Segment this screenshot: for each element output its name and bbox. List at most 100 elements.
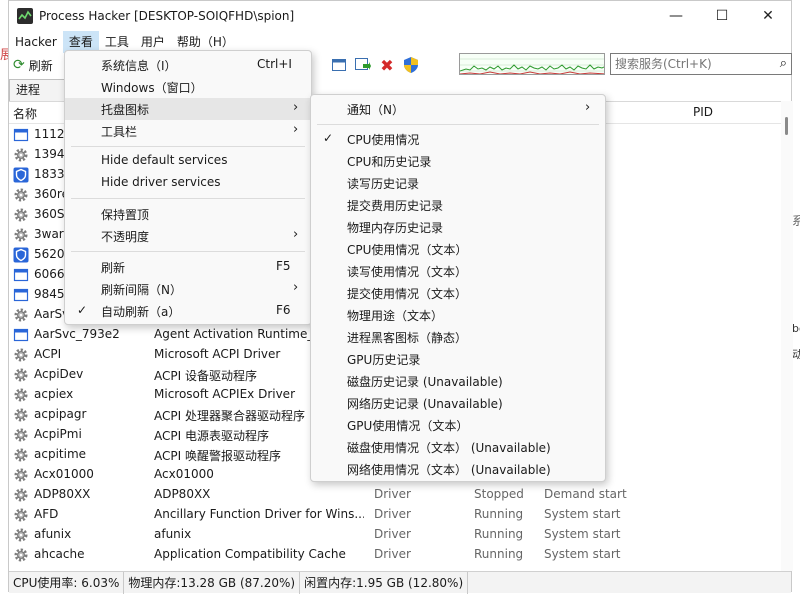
service-type: Driver	[374, 507, 411, 521]
gear-icon	[13, 147, 29, 163]
menu-separator	[71, 146, 305, 147]
menu-item-tray-cpu-and-history[interactable]: CPU和历史记录	[311, 150, 605, 172]
close-button[interactable]: ✕	[745, 1, 791, 31]
checkmark-icon: ✓	[323, 131, 334, 145]
menu-hacker[interactable]: Hacker	[9, 31, 63, 53]
service-name: AcpiPmi	[34, 427, 82, 441]
title-bar[interactable]: Process Hacker [DESKTOP-SOIQFHD\spion] —…	[9, 1, 791, 31]
menu-separator	[317, 124, 599, 125]
blue-window-icon	[13, 327, 29, 343]
gear-icon	[13, 447, 29, 463]
checkmark-icon: ✓	[77, 303, 88, 317]
service-name: AFD	[34, 507, 59, 521]
menu-item-always-on-top[interactable]: 保持置顶	[65, 203, 311, 225]
service-name: afunix	[34, 527, 72, 541]
menu-item-tray-disk-usage-text[interactable]: 磁盘使用情况（文本） (Unavailable)	[311, 436, 605, 458]
menu-item-tray-commit-usage-text[interactable]: 提交使用情况（文本）	[311, 282, 605, 304]
vertical-scrollbar[interactable]	[781, 101, 793, 571]
gear-icon	[13, 207, 29, 223]
table-row[interactable]: afunix afunix Driver Running System start	[9, 525, 781, 545]
menu-item-hide-driver-services[interactable]: Hide driver services	[65, 172, 311, 194]
service-name: acpiex	[34, 387, 74, 401]
service-description: Application Compatibility Cache	[154, 547, 346, 561]
gear-icon	[13, 507, 29, 523]
minimize-button[interactable]: —	[653, 1, 699, 31]
menu-item-tray-cpu-usage-text[interactable]: CPU使用情况（文本）	[311, 238, 605, 260]
service-start-type: System start	[544, 527, 621, 541]
menu-item-tray-process-hacker-icon-static[interactable]: 进程黑客图标（静态）	[311, 326, 605, 348]
gear-icon	[13, 307, 29, 323]
gear-icon	[13, 467, 29, 483]
menu-item-tray-gpu-history[interactable]: GPU历史记录	[311, 348, 605, 370]
status-bar: CPU使用率: 6.03% 物理内存:13.28 GB (87.20%) 闲置内…	[9, 571, 791, 594]
menu-item-tray-disk-history[interactable]: 磁盘历史记录 (Unavailable)	[311, 370, 605, 392]
gear-icon	[13, 547, 29, 563]
menu-item-tray-physical-memory-history[interactable]: 物理内存历史记录	[311, 216, 605, 238]
service-type: Driver	[374, 547, 411, 561]
uac-shield-icon[interactable]	[403, 57, 419, 73]
menu-item-system-info[interactable]: 系统信息（I） Ctrl+I	[65, 54, 311, 76]
menu-item-tray-icons[interactable]: 托盘图标 ›	[65, 98, 311, 120]
search-input[interactable]	[611, 54, 771, 74]
gear-icon	[13, 227, 29, 243]
menu-item-opacity[interactable]: 不透明度 ›	[65, 225, 311, 247]
terminate-icon[interactable]: ✖	[379, 56, 395, 75]
gear-icon	[13, 387, 29, 403]
window-icon[interactable]	[331, 57, 347, 73]
menu-item-windows[interactable]: Windows（窗口）	[65, 76, 311, 98]
menu-item-auto-refresh[interactable]: ✓ 自动刷新（a） F6	[65, 300, 311, 322]
maximize-button[interactable]: ☐	[699, 1, 745, 31]
table-row[interactable]: ADP80XX ADP80XX Driver Stopped Demand start	[9, 485, 781, 505]
menu-item-tray-gpu-usage-text[interactable]: GPU使用情况（文本）	[311, 414, 605, 436]
scrollbar-thumb[interactable]	[785, 117, 788, 135]
gear-icon	[13, 527, 29, 543]
menu-item-refresh[interactable]: 刷新 F5	[65, 256, 311, 278]
gear-icon	[13, 187, 29, 203]
column-header-name[interactable]: 名称	[13, 105, 37, 122]
process-hacker-icon	[17, 8, 33, 24]
service-status: Running	[474, 547, 524, 561]
menu-item-hide-default-services[interactable]: Hide default services	[65, 150, 311, 172]
service-start-type: System start	[544, 507, 621, 521]
status-free-memory: 闲置内存:1.95 GB (12.80%)	[300, 571, 469, 594]
menu-item-tray-io-history[interactable]: 读写历史记录	[311, 172, 605, 194]
background-window-right-edge: bo	[792, 322, 800, 335]
gear-icon	[13, 427, 29, 443]
search-icon[interactable]: ⌕	[780, 56, 787, 71]
menu-item-tray-cpu-usage[interactable]: ✓ CPU使用情况	[311, 128, 605, 150]
service-type: Driver	[374, 487, 411, 501]
cpu-history-graph[interactable]	[459, 53, 605, 75]
search-services-box[interactable]: ⌕	[610, 53, 792, 75]
blue-window-icon	[13, 127, 29, 143]
status-cpu-usage: CPU使用率: 6.03%	[9, 571, 125, 594]
menu-item-toolbar[interactable]: 工具栏 ›	[65, 120, 311, 142]
window-go-icon[interactable]	[355, 57, 371, 73]
chevron-right-icon: ›	[293, 100, 299, 115]
menu-item-tray-network-history[interactable]: 网络历史记录 (Unavailable)	[311, 392, 605, 414]
table-row[interactable]: AFD Ancillary Function Driver for Wins...…	[9, 505, 781, 525]
service-description: Ancillary Function Driver for Wins...	[154, 507, 364, 521]
service-description: ADP80XX	[154, 487, 211, 501]
service-status: Running	[474, 507, 524, 521]
menu-item-tray-network-usage-text[interactable]: 网络使用情况（文本） (Unavailable)	[311, 458, 605, 480]
refresh-button[interactable]: ⟳ 刷新	[13, 55, 53, 75]
service-name: ahcache	[34, 547, 85, 561]
service-name: ADP80XX	[34, 487, 91, 501]
shield-icon	[13, 247, 29, 263]
menu-item-notifications[interactable]: 通知（N） ›	[311, 98, 605, 120]
background-window-right-edge: 动	[792, 348, 800, 361]
tab-processes[interactable]: 进程	[9, 79, 65, 101]
background-window-right-edge: 系	[792, 214, 800, 228]
menu-item-refresh-interval[interactable]: 刷新间隔（N） ›	[65, 278, 311, 300]
menu-item-tray-commit-history[interactable]: 提交费用历史记录	[311, 194, 605, 216]
gear-icon	[13, 367, 29, 383]
view-menu: 系统信息（I） Ctrl+I Windows（窗口） 托盘图标 › 工具栏 › …	[64, 50, 312, 325]
menu-item-tray-io-usage-text[interactable]: 读写使用情况（文本）	[311, 260, 605, 282]
blue-window-icon	[13, 287, 29, 303]
column-header-pid[interactable]: PID	[693, 105, 713, 119]
menu-item-tray-physical-usage-text[interactable]: 物理用途（文本）	[311, 304, 605, 326]
service-start-type: Demand start	[544, 487, 627, 501]
chevron-right-icon: ›	[293, 122, 299, 137]
service-status: Stopped	[474, 487, 524, 501]
table-row[interactable]: ahcache Application Compatibility Cache Dr…	[9, 545, 781, 565]
